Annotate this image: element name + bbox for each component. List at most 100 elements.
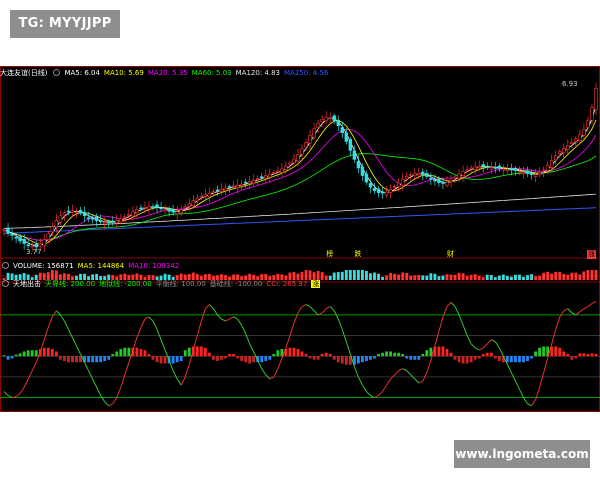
page: TG: MYYJJPP 大连友谊(日线) MA5: 6.04 MA10: 5.69 M…: [0, 0, 600, 480]
cci-line-segment: [249, 343, 255, 353]
volume-bar: [421, 275, 425, 280]
candle-body: [574, 138, 578, 142]
candle-body: [356, 161, 361, 169]
cci-line-segment: [491, 339, 496, 343]
cci-histogram-bar: [558, 347, 562, 357]
cci-histogram-bar: [510, 356, 513, 363]
cci-histogram-bar: [530, 356, 533, 359]
volume-bar: [510, 276, 513, 280]
cci-histogram-bar: [445, 348, 449, 357]
candle-body: [247, 181, 252, 184]
cci-histogram-bar: [465, 356, 469, 364]
candle-body: [348, 139, 353, 151]
volume-bar: [489, 274, 493, 280]
volume-bar: [461, 273, 465, 280]
candle-body: [143, 206, 147, 209]
cci-histogram-bar: [308, 356, 312, 359]
candle-body: [376, 188, 381, 193]
candle-body: [481, 164, 485, 167]
candle-body: [425, 173, 429, 177]
cci-histogram-bar: [183, 350, 187, 357]
indicator-settings-icon[interactable]: [2, 280, 9, 287]
volume-bar: [373, 272, 376, 280]
cci-histogram-bar: [356, 356, 360, 364]
cci-line-segment: [583, 306, 589, 310]
candle-body: [304, 142, 308, 148]
cci-histogram-bar: [292, 347, 296, 357]
volume-bar: [594, 270, 598, 280]
candle-body: [368, 183, 373, 188]
candle-body: [90, 218, 95, 220]
candle-body: [380, 191, 385, 194]
cci-histogram-bar: [139, 348, 143, 357]
candle-body: [594, 88, 598, 110]
cci-histogram-bar: [103, 356, 107, 361]
candle-body: [409, 174, 413, 176]
candle-body: [58, 215, 63, 223]
cci-line-segment: [241, 325, 247, 334]
cci-histogram-bar: [526, 356, 529, 361]
candle-body: [497, 165, 502, 169]
volume-bar: [578, 274, 582, 280]
cci-histogram-bar: [413, 356, 417, 360]
cci-histogram-bar: [10, 356, 14, 359]
cci-histogram-bar: [54, 351, 58, 357]
cci-line-segment: [438, 316, 444, 332]
candle-body: [74, 211, 79, 214]
volume-bar: [554, 271, 558, 280]
candle-body: [533, 174, 538, 177]
cci-line-segment: [466, 335, 472, 345]
volume-bar: [385, 275, 388, 280]
candle-body: [549, 160, 554, 168]
cci-line-segment: [519, 389, 524, 398]
volume-bar: [348, 270, 352, 280]
stock-chart-panel[interactable]: 大连友谊(日线) MA5: 6.04 MA10: 5.69 MA20: 5.35 MA6…: [0, 66, 600, 412]
cci-histogram-bar: [18, 353, 22, 357]
cci-histogram-bar: [179, 356, 183, 361]
cci-line-segment: [152, 320, 158, 330]
cci-line-segment: [100, 395, 106, 402]
volume-bar: [538, 275, 542, 280]
cci-histogram-bar: [316, 356, 320, 360]
volume-bar: [522, 276, 525, 280]
cci-histogram-bar: [34, 350, 38, 357]
candle-body: [119, 218, 123, 223]
signal-tag: 榜: [326, 250, 334, 258]
candle-body: [135, 209, 139, 213]
volume-bar: [328, 275, 332, 280]
candle-body: [34, 243, 38, 248]
signal-tag: 财: [447, 250, 454, 258]
volume-settings-icon[interactable]: [2, 262, 9, 269]
cci-histogram-bar: [473, 356, 477, 360]
cci-histogram-bar: [344, 356, 348, 365]
candle-body: [50, 226, 55, 233]
candle-body: [2, 229, 6, 232]
cci-histogram-bar: [518, 356, 521, 363]
volume-bar: [393, 273, 397, 280]
cci-line-segment: [233, 316, 238, 320]
cci-histogram-bar: [554, 346, 558, 357]
cci-line-segment: [591, 300, 597, 304]
cci-histogram-bar: [401, 353, 405, 357]
cci-histogram-bar: [175, 356, 179, 363]
cci-histogram-bar: [244, 356, 248, 363]
indicator-title: 天地出击: [13, 280, 41, 288]
cci-histogram-bar: [199, 346, 203, 357]
cci-line-segment: [76, 345, 81, 355]
settings-circle-icon[interactable]: [53, 69, 61, 76]
cci-histogram-bar: [91, 356, 95, 363]
candle-body: [163, 209, 167, 212]
cci-histogram-bar: [566, 353, 570, 357]
cci-line-segment: [434, 331, 440, 347]
cci-histogram-bar: [320, 353, 324, 357]
cci-histogram-bar: [377, 353, 380, 357]
candle-body: [525, 170, 530, 174]
cci-line-segment: [136, 327, 142, 338]
candle-body: [461, 171, 465, 177]
cci-histogram-bar: [111, 353, 115, 357]
cci-histogram-bar: [99, 356, 103, 363]
stock-chart-canvas[interactable]: [0, 66, 600, 412]
candle-body: [155, 204, 159, 208]
cci-line-segment: [305, 304, 311, 308]
cci-histogram-bar: [147, 353, 151, 357]
